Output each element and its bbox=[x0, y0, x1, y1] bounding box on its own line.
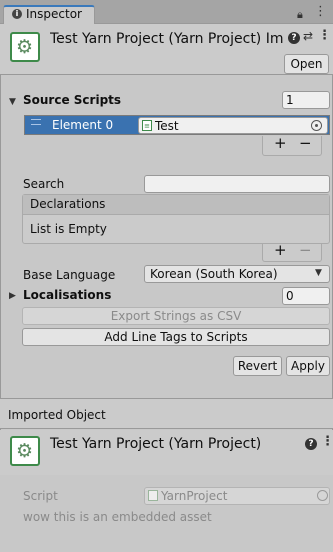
script-field: YarnProject bbox=[144, 487, 330, 505]
base-language-label: Base Language bbox=[23, 268, 116, 282]
imported-object-label: Imported Object bbox=[8, 408, 106, 422]
foldout-collapsed-icon[interactable]: ▶ bbox=[9, 291, 16, 301]
object-picker-icon bbox=[317, 490, 328, 501]
declarations-header-label: Declarations bbox=[30, 197, 106, 211]
export-strings-button: Export Strings as CSV bbox=[22, 307, 330, 325]
declarations-footer: + − bbox=[262, 241, 322, 262]
imported-title: Test Yarn Project (Yarn Project) bbox=[50, 436, 262, 452]
tab-inspector[interactable]: i Inspector bbox=[3, 5, 95, 25]
add-line-tags-button[interactable]: Add Line Tags to Scripts bbox=[22, 328, 330, 346]
script-value: YarnProject bbox=[161, 489, 228, 503]
imported-context-menu-icon[interactable]: ⋮ bbox=[321, 434, 333, 449]
info-icon: i bbox=[12, 9, 22, 19]
script-object-field[interactable]: ≡ Test bbox=[138, 117, 328, 134]
asset-title: Test Yarn Project (Yarn Project) Impo bbox=[50, 31, 284, 47]
search-input[interactable] bbox=[144, 175, 330, 193]
localisations-size-field[interactable]: 0 bbox=[282, 287, 330, 305]
declarations-add-button[interactable]: + bbox=[274, 241, 287, 259]
empty-list-text: List is Empty bbox=[30, 222, 107, 236]
inspector-header: ⚙ Test Yarn Project (Yarn Project) Impo … bbox=[0, 24, 333, 75]
source-scripts-footer: + − bbox=[262, 134, 322, 156]
source-scripts-size-field[interactable]: 1 bbox=[282, 91, 330, 109]
script-label: Script bbox=[23, 489, 58, 503]
imported-yarn-project-icon: ⚙ bbox=[10, 436, 40, 466]
apply-button[interactable]: Apply bbox=[286, 356, 330, 376]
help-icon[interactable]: ? bbox=[288, 32, 300, 44]
gear-icon: ⚙ bbox=[16, 36, 34, 58]
declarations-remove-button: − bbox=[299, 241, 312, 259]
embedded-asset-note: wow this is an embedded asset bbox=[23, 510, 212, 524]
open-button[interactable]: Open bbox=[284, 54, 329, 74]
yarn-project-icon: ⚙ bbox=[10, 32, 40, 62]
declarations-header: Declarations bbox=[23, 195, 329, 215]
search-label: Search bbox=[23, 177, 65, 191]
kebab-menu-icon[interactable]: ⋮ bbox=[314, 4, 327, 19]
declarations-list: Declarations List is Empty bbox=[22, 194, 330, 244]
remove-element-button[interactable]: − bbox=[299, 134, 312, 152]
source-scripts-label[interactable]: Source Scripts bbox=[23, 93, 121, 107]
preset-settings-icon[interactable]: ⇄ bbox=[303, 29, 313, 43]
tab-strip: i Inspector 🔒︎ ⋮ bbox=[0, 0, 333, 25]
yarn-script-icon: ≡ bbox=[142, 120, 152, 131]
imported-help-icon[interactable]: ? bbox=[305, 438, 317, 450]
tab-label: Inspector bbox=[26, 7, 82, 21]
chevron-down-icon: ▼ bbox=[315, 268, 322, 278]
base-language-dropdown[interactable]: Korean (South Korea) ▼ bbox=[144, 265, 330, 283]
localisations-count: 0 bbox=[286, 289, 294, 303]
gear-icon: ⚙ bbox=[16, 440, 34, 462]
localisations-label[interactable]: Localisations bbox=[23, 288, 111, 302]
imported-object-panel: ⚙ Test Yarn Project (Yarn Project) ? ⋮ bbox=[0, 430, 333, 475]
base-language-value: Korean (South Korea) bbox=[150, 267, 278, 281]
lock-icon[interactable]: 🔒︎ bbox=[297, 8, 303, 22]
imported-fields: Script YarnProject wow this is an embedd… bbox=[0, 475, 333, 552]
element-label: Element 0 bbox=[52, 118, 114, 132]
revert-button[interactable]: Revert bbox=[233, 356, 282, 376]
add-element-button[interactable]: + bbox=[274, 134, 287, 152]
script-file-icon bbox=[148, 490, 158, 501]
imported-object-header: Imported Object bbox=[0, 399, 333, 429]
object-picker-icon[interactable] bbox=[311, 120, 322, 131]
size-value: 1 bbox=[286, 93, 294, 107]
script-object-value: Test bbox=[155, 119, 179, 133]
context-menu-icon[interactable]: ⋮ bbox=[318, 28, 331, 43]
foldout-expanded-icon[interactable]: ▼ bbox=[9, 97, 16, 107]
drag-handle-icon[interactable] bbox=[31, 119, 41, 125]
